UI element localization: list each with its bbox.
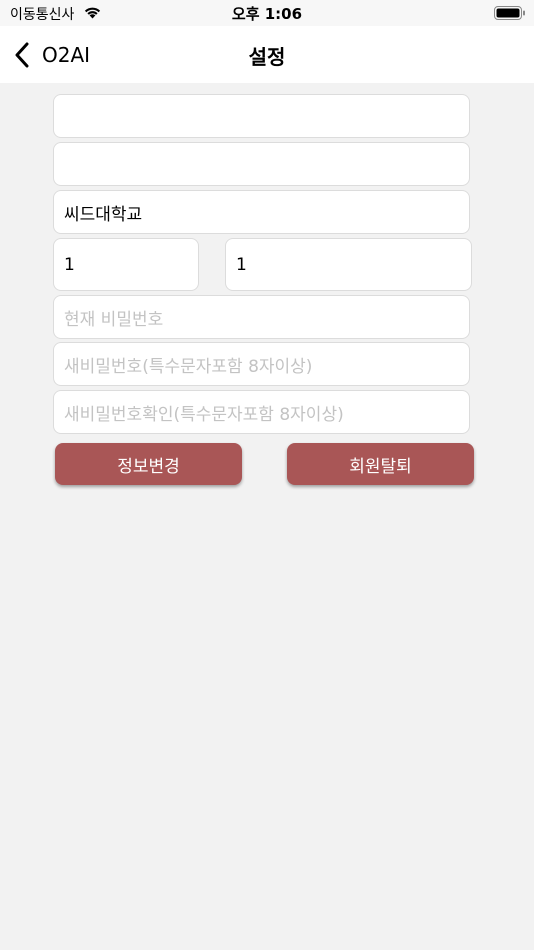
withdraw-button[interactable]: 회원탈퇴 [287,443,474,485]
field-2-input[interactable] [53,142,470,186]
status-bar: 이동통신사 오후 1:06 [0,0,534,26]
update-info-button[interactable]: 정보변경 [55,443,242,485]
status-time: 오후 1:06 [231,5,303,23]
grade-input[interactable]: 1 [53,238,199,291]
school-input[interactable]: 씨드대학교 [53,190,470,234]
field-1-input[interactable] [53,94,470,138]
current-password-input[interactable]: 현재 비밀번호 [53,295,470,339]
class-input[interactable]: 1 [225,238,472,291]
confirm-password-input[interactable]: 새비밀번호확인(특수문자포함 8자이상) [53,390,470,434]
page-title: 설정 [248,45,286,69]
new-password-input[interactable]: 새비밀번호(특수문자포함 8자이상) [53,342,470,386]
battery-icon [494,6,525,20]
navigation-bar: O2AI 설정 [0,26,534,83]
